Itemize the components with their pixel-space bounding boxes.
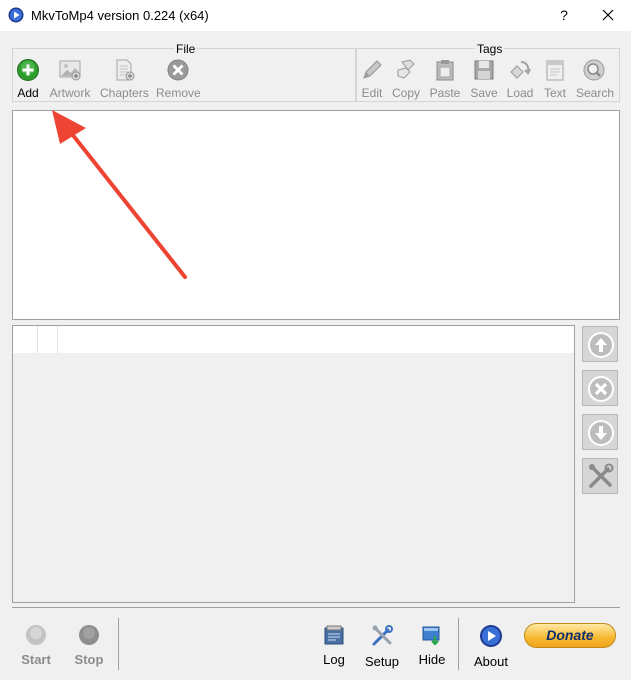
setup-label: Setup: [365, 654, 399, 669]
start-icon: [26, 625, 46, 645]
about-button[interactable]: About: [471, 624, 511, 669]
move-down-button[interactable]: [582, 414, 618, 450]
log-icon: [324, 625, 344, 645]
hide-icon: [422, 626, 440, 646]
bottom-divider: [118, 618, 119, 670]
bottom-divider: [458, 618, 459, 670]
arrow-down-icon: [588, 420, 614, 446]
setup-button[interactable]: Setup: [363, 624, 401, 669]
move-up-button[interactable]: [582, 326, 618, 362]
tools-icon: [589, 463, 614, 488]
bottom-separator: [12, 607, 620, 608]
column-divider: [57, 326, 58, 353]
column-divider: [37, 326, 38, 353]
remove-track-icon: [588, 376, 614, 402]
remove-track-button[interactable]: [582, 370, 618, 406]
log-button[interactable]: Log: [320, 624, 348, 667]
setup-icon: [372, 625, 393, 646]
about-logo-icon: [480, 625, 502, 647]
hide-button[interactable]: Hide: [417, 624, 447, 667]
stop-button[interactable]: Stop: [71, 624, 107, 667]
stop-label: Stop: [74, 652, 104, 667]
about-label: About: [474, 654, 508, 669]
start-label: Start: [21, 652, 51, 667]
log-label: Log: [323, 652, 345, 667]
stop-icon: [79, 625, 99, 645]
donate-button[interactable]: Donate: [524, 623, 616, 648]
tools-button[interactable]: [582, 458, 618, 494]
arrow-up-icon: [588, 332, 614, 358]
track-list-panel[interactable]: [12, 325, 575, 603]
start-button[interactable]: Start: [17, 624, 55, 667]
hide-label: Hide: [418, 652, 446, 667]
track-list-header: [13, 326, 574, 353]
